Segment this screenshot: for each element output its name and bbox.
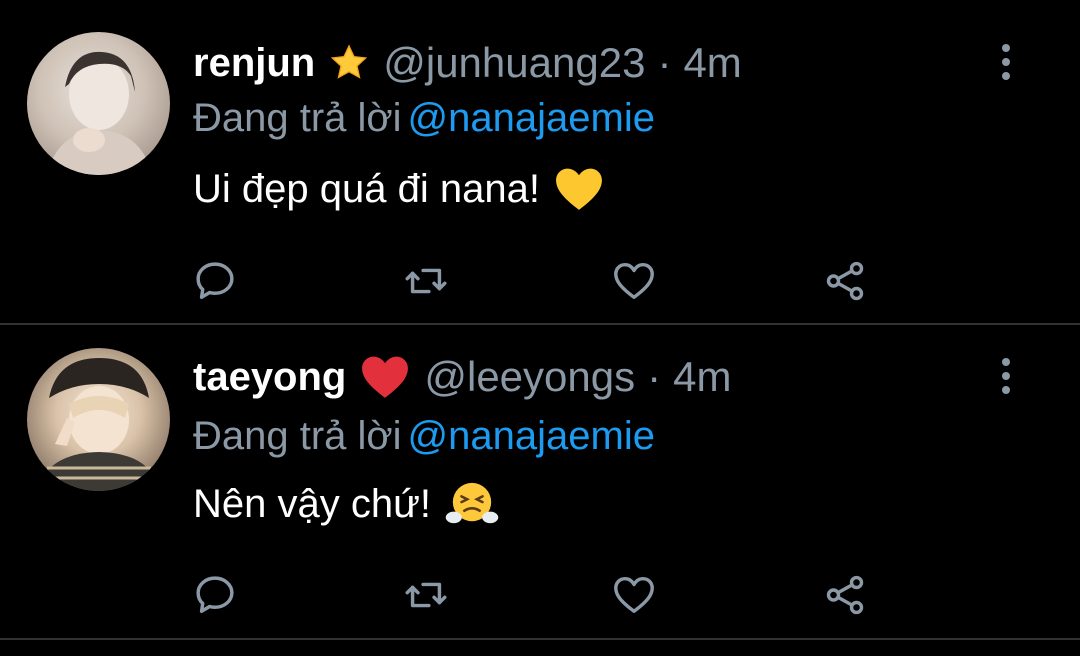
- divider: [0, 638, 1080, 640]
- separator-dot: ·: [657, 39, 672, 86]
- face-with-steam-icon: [445, 481, 499, 527]
- tweet-text-content: Nên vậy chứ!: [193, 481, 431, 526]
- avatar[interactable]: [27, 348, 170, 491]
- retweet-icon[interactable]: [403, 258, 453, 308]
- replying-label: Đang trả lời: [193, 96, 402, 140]
- replying-label: Đang trả lời: [193, 414, 402, 458]
- tweet-text-content: Ui đẹp quá đi nana!: [193, 166, 540, 211]
- tweet[interactable]: taeyong @leeyongs · 4m Đang trả lời @nana…: [0, 326, 1080, 640]
- star-icon: [329, 43, 369, 83]
- share-icon[interactable]: [822, 572, 872, 622]
- replying-to: Đang trả lời @nanajaemie: [193, 96, 655, 141]
- share-icon[interactable]: [822, 258, 872, 308]
- user-handle[interactable]: @leeyongs: [424, 353, 635, 401]
- more-options-icon[interactable]: [996, 358, 1016, 398]
- tweet-header: taeyong @leeyongs · 4m: [193, 352, 731, 402]
- retweet-icon[interactable]: [403, 572, 453, 622]
- replying-to: Đang trả lời @nanajaemie: [193, 414, 655, 459]
- user-handle[interactable]: @junhuang23: [383, 39, 645, 87]
- timestamp[interactable]: 4m: [683, 39, 741, 87]
- tweet-text: Ui đẹp quá đi nana!: [193, 166, 604, 212]
- reply-icon[interactable]: [192, 572, 242, 622]
- reply-icon[interactable]: [192, 258, 242, 308]
- tweet-text: Nên vậy chứ!: [193, 481, 499, 527]
- separator-dot: ·: [647, 353, 662, 400]
- like-icon[interactable]: [611, 258, 661, 308]
- tweet-actions: [0, 258, 1080, 308]
- tweet-actions: [0, 572, 1080, 622]
- avatar[interactable]: [27, 32, 170, 175]
- tweet[interactable]: renjun @junhuang23 · 4m Đang trả lời @nan…: [0, 0, 1080, 323]
- mention-link[interactable]: @nanajaemie: [408, 96, 655, 140]
- mention-link[interactable]: @nanajaemie: [408, 414, 655, 458]
- divider: [0, 323, 1080, 325]
- more-options-icon[interactable]: [996, 44, 1016, 84]
- timestamp[interactable]: 4m: [673, 353, 731, 401]
- display-name[interactable]: renjun: [193, 41, 315, 86]
- red-heart-icon: [360, 354, 410, 400]
- yellow-heart-icon: [554, 166, 604, 212]
- like-icon[interactable]: [611, 572, 661, 622]
- tweet-header: renjun @junhuang23 · 4m: [193, 38, 742, 88]
- display-name[interactable]: taeyong: [193, 355, 346, 400]
